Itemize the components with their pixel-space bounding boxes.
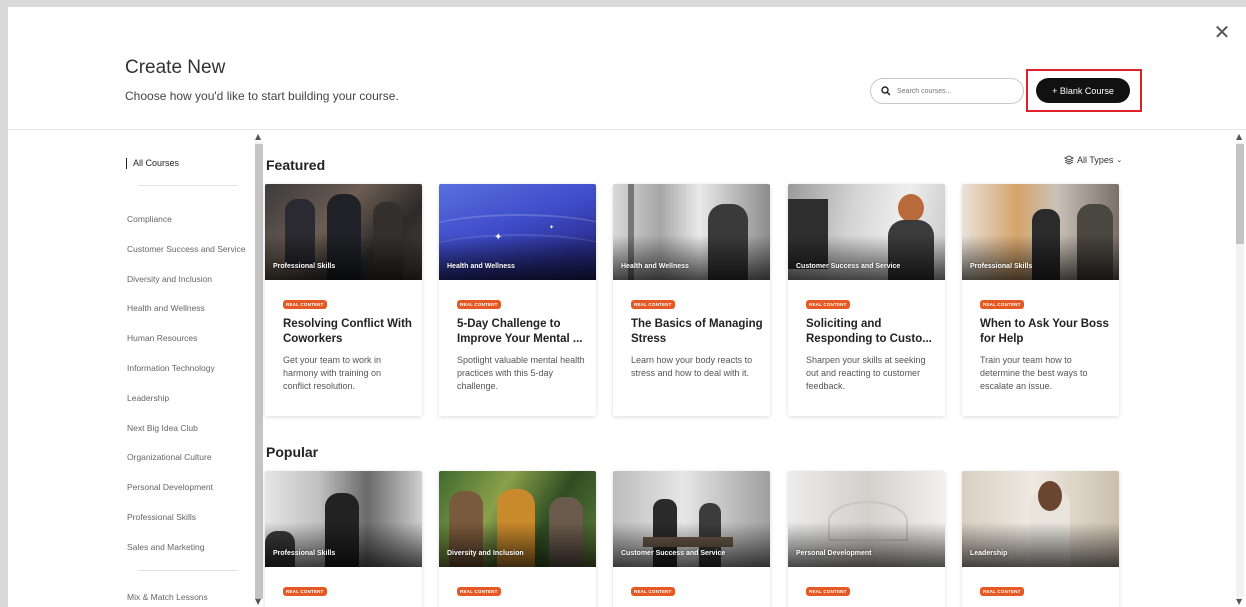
all-types-dropdown[interactable]: All Types ⌄ bbox=[1064, 155, 1122, 165]
real-content-badge: REAL CONTENT bbox=[980, 300, 1024, 309]
close-icon[interactable]: ✕ bbox=[1212, 22, 1232, 42]
real-content-badge: REAL CONTENT bbox=[806, 300, 850, 309]
course-card[interactable]: Personal Development REAL CONTENT bbox=[788, 471, 945, 607]
all-types-label: All Types bbox=[1077, 155, 1114, 165]
card-description: Train your team how to determine the bes… bbox=[980, 355, 1088, 391]
sidebar-scrollbar[interactable]: ▲ ▼ bbox=[253, 132, 265, 607]
course-thumbnail: Leadership bbox=[962, 471, 1119, 567]
course-card[interactable]: Diversity and Inclusion REAL CONTENT bbox=[439, 471, 596, 607]
card-category: Personal Development bbox=[796, 550, 872, 557]
sidebar-item-hr[interactable]: Human Resources bbox=[127, 333, 197, 343]
sidebar-item-leadership[interactable]: Leadership bbox=[127, 393, 169, 403]
real-content-badge: REAL CONTENT bbox=[457, 587, 501, 596]
page-subtitle: Choose how you'd like to start building … bbox=[125, 89, 399, 103]
card-category: Diversity and Inclusion bbox=[447, 550, 524, 557]
sidebar-divider bbox=[138, 570, 238, 571]
course-card[interactable]: Professional Skills REAL CONTENT bbox=[265, 471, 422, 607]
scrollbar-thumb[interactable] bbox=[1236, 144, 1244, 244]
course-card[interactable]: Health and Wellness REAL CONTENT The Bas… bbox=[613, 184, 770, 416]
card-title: Soliciting and Responding to Custo... bbox=[806, 318, 932, 345]
create-new-modal: ✕ Create New Choose how you'd like to st… bbox=[8, 7, 1246, 607]
page-title: Create New bbox=[125, 57, 226, 78]
card-category: Health and Wellness bbox=[621, 263, 689, 270]
search-box[interactable] bbox=[870, 78, 1024, 104]
real-content-badge: REAL CONTENT bbox=[283, 300, 327, 309]
course-thumbnail: Professional Skills bbox=[962, 184, 1119, 280]
course-card[interactable]: ✦ ✦ Health and Wellness REAL CONTENT 5-D… bbox=[439, 184, 596, 416]
sidebar-item-next-big-idea[interactable]: Next Big Idea Club bbox=[127, 423, 198, 433]
category-sidebar: All Courses Compliance Customer Success … bbox=[8, 130, 252, 607]
course-thumbnail: Personal Development bbox=[788, 471, 945, 567]
card-description: Learn how your body reacts to stress and… bbox=[631, 355, 753, 378]
sidebar-item-customer-success[interactable]: Customer Success and Service bbox=[127, 244, 246, 254]
scrollbar-thumb[interactable] bbox=[255, 144, 263, 599]
blank-course-highlight: + Blank Course bbox=[1026, 69, 1142, 112]
content-scrollbar[interactable]: ▲ ▼ bbox=[1234, 132, 1246, 607]
popular-heading: Popular bbox=[266, 444, 319, 460]
sidebar-item-compliance[interactable]: Compliance bbox=[127, 214, 172, 224]
card-title: When to Ask Your Boss for Help bbox=[980, 318, 1109, 345]
sidebar-item-personal-dev[interactable]: Personal Development bbox=[127, 482, 213, 492]
course-card[interactable]: Leadership REAL CONTENT bbox=[962, 471, 1119, 607]
course-thumbnail: Diversity and Inclusion bbox=[439, 471, 596, 567]
chevron-down-icon: ⌄ bbox=[1116, 156, 1123, 164]
course-thumbnail: Customer Success and Service bbox=[613, 471, 770, 567]
card-description: Spotlight valuable mental health practic… bbox=[457, 355, 585, 391]
course-card[interactable]: Customer Success and Service REAL CONTEN… bbox=[613, 471, 770, 607]
card-category: Professional Skills bbox=[273, 550, 336, 557]
sidebar-item-professional-skills[interactable]: Professional Skills bbox=[127, 512, 196, 522]
search-icon bbox=[881, 86, 891, 96]
course-card[interactable]: Customer Success and Service REAL CONTEN… bbox=[788, 184, 945, 416]
sidebar-item-diversity[interactable]: Diversity and Inclusion bbox=[127, 274, 212, 284]
featured-heading: Featured bbox=[266, 157, 326, 173]
scroll-down-icon[interactable]: ▼ bbox=[255, 597, 261, 606]
sidebar-item-health[interactable]: Health and Wellness bbox=[127, 303, 205, 313]
sidebar-item-sales[interactable]: Sales and Marketing bbox=[127, 542, 205, 552]
card-title: Resolving Conflict With Coworkers bbox=[283, 318, 412, 345]
course-thumbnail: Health and Wellness bbox=[613, 184, 770, 280]
layers-icon bbox=[1064, 155, 1074, 165]
card-category: Leadership bbox=[970, 550, 1008, 557]
real-content-badge: REAL CONTENT bbox=[631, 587, 675, 596]
real-content-badge: REAL CONTENT bbox=[283, 587, 327, 596]
real-content-badge: REAL CONTENT bbox=[980, 587, 1024, 596]
scroll-up-icon[interactable]: ▲ bbox=[1236, 132, 1242, 141]
real-content-badge: REAL CONTENT bbox=[631, 300, 675, 309]
card-category: Health and Wellness bbox=[447, 263, 515, 270]
card-category: Customer Success and Service bbox=[621, 550, 726, 557]
course-card[interactable]: Professional Skills REAL CONTENT When to… bbox=[962, 184, 1119, 416]
course-thumbnail: Customer Success and Service bbox=[788, 184, 945, 280]
card-description: Get your team to work in harmony with tr… bbox=[283, 355, 382, 391]
card-category: Customer Success and Service bbox=[796, 263, 901, 270]
sidebar-divider bbox=[138, 185, 238, 186]
course-thumbnail: Professional Skills bbox=[265, 184, 422, 280]
sidebar-item-all-courses[interactable]: All Courses bbox=[126, 158, 179, 169]
scroll-up-icon[interactable]: ▲ bbox=[255, 132, 261, 141]
card-title: 5-Day Challenge to Improve Your Mental .… bbox=[457, 318, 583, 345]
card-title: The Basics of Managing Stress bbox=[631, 318, 763, 345]
sidebar-item-it[interactable]: Information Technology bbox=[127, 363, 215, 373]
course-thumbnail: Professional Skills bbox=[265, 471, 422, 567]
card-category: Professional Skills bbox=[273, 263, 336, 270]
card-description: Sharpen your skills at seeking out and r… bbox=[806, 355, 926, 391]
course-thumbnail: ✦ ✦ Health and Wellness bbox=[439, 184, 596, 280]
blank-course-button[interactable]: + Blank Course bbox=[1036, 78, 1130, 103]
sidebar-item-org-culture[interactable]: Organizational Culture bbox=[127, 452, 212, 462]
real-content-badge: REAL CONTENT bbox=[457, 300, 501, 309]
course-card[interactable]: Professional Skills REAL CONTENT Resolvi… bbox=[265, 184, 422, 416]
real-content-badge: REAL CONTENT bbox=[806, 587, 850, 596]
sidebar-item-mix-match[interactable]: Mix & Match Lessons bbox=[127, 592, 208, 602]
scroll-down-icon[interactable]: ▼ bbox=[1236, 597, 1242, 606]
search-input[interactable] bbox=[897, 87, 1007, 95]
card-category: Professional Skills bbox=[970, 263, 1033, 270]
